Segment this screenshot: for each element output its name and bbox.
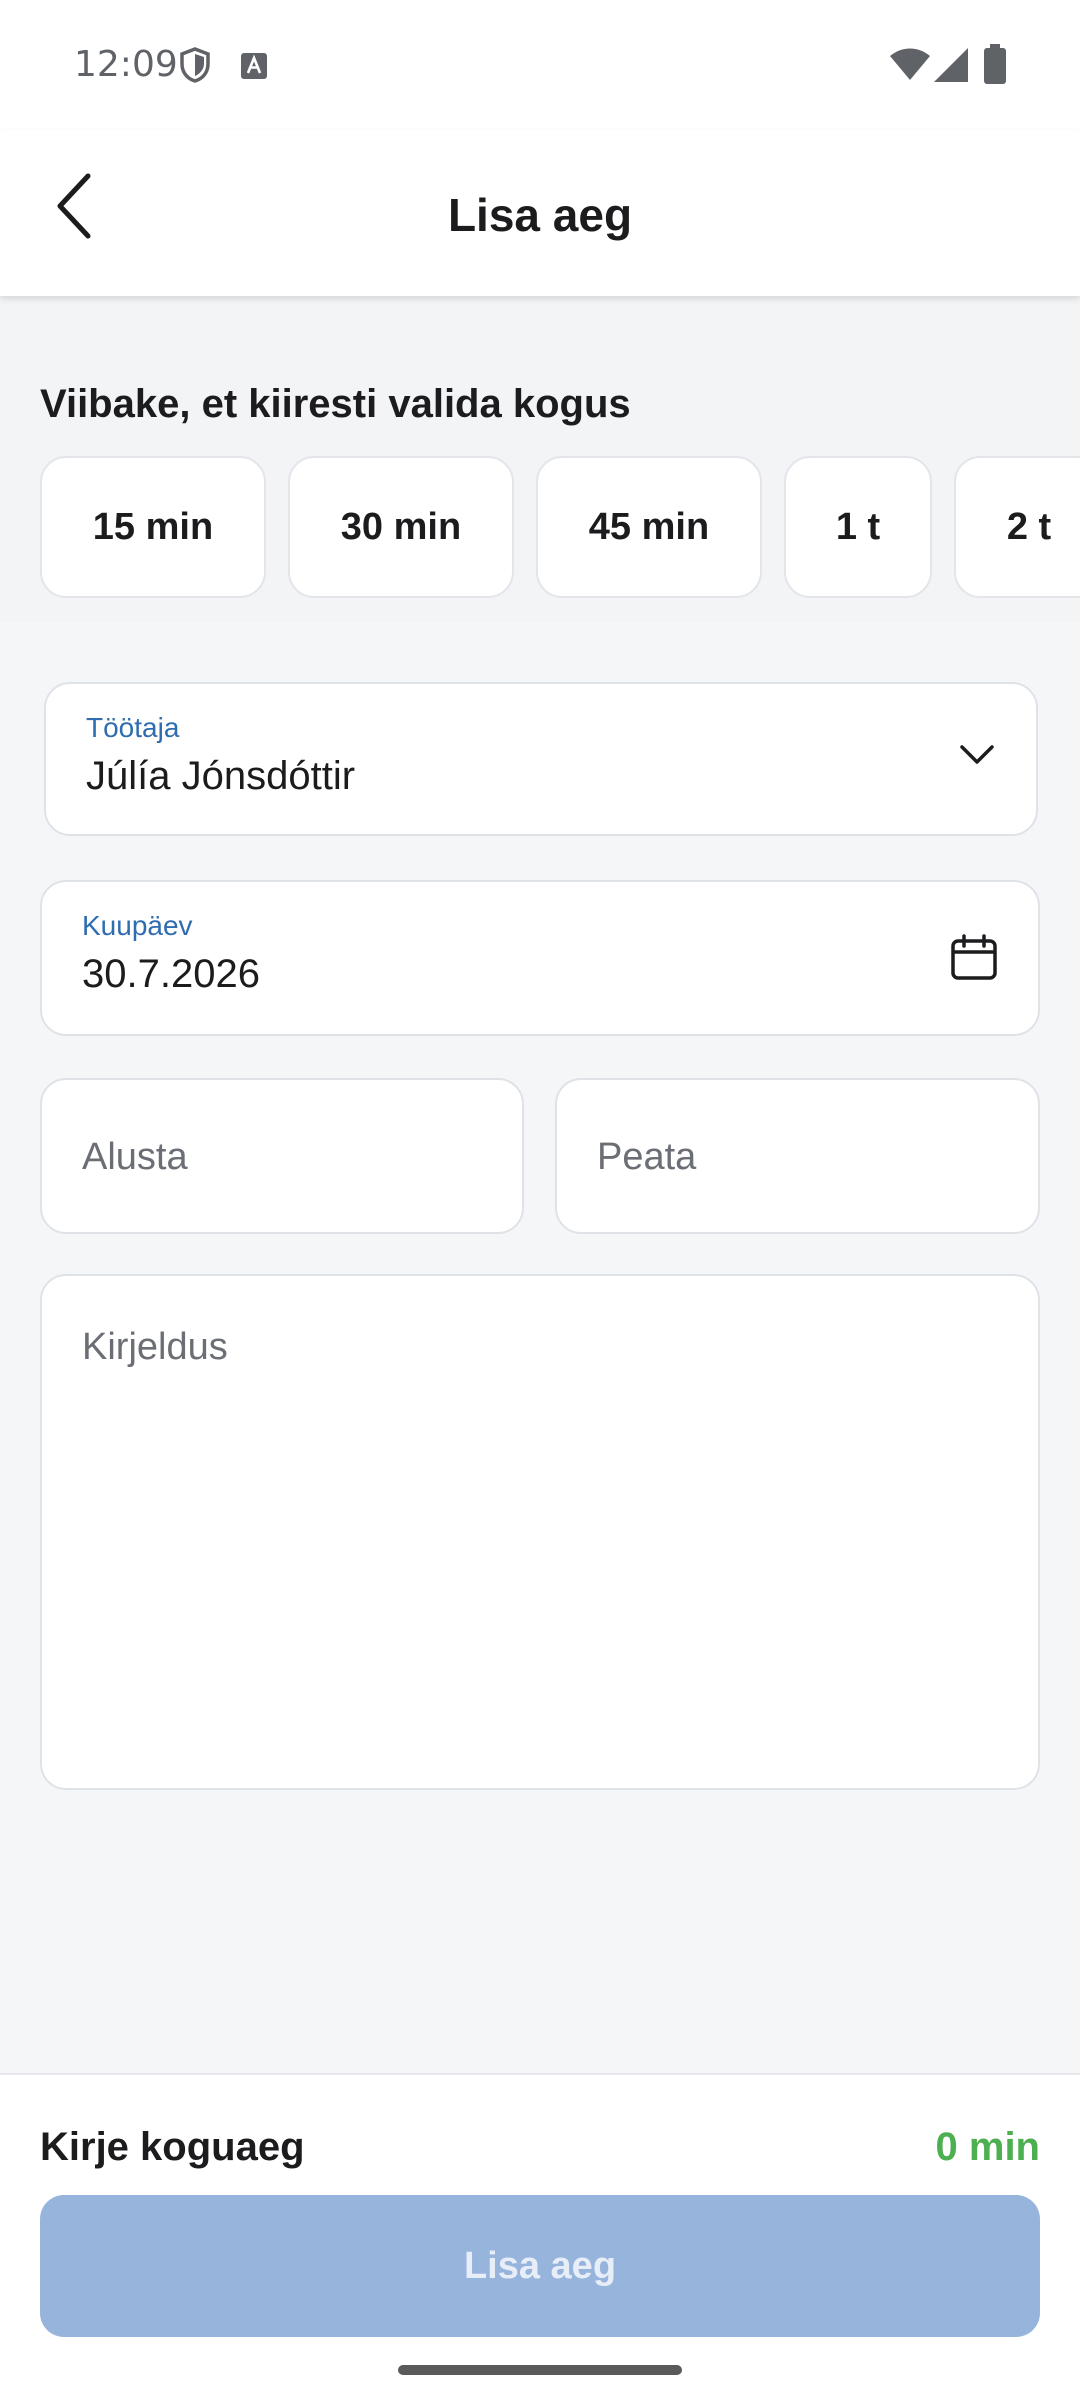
add-time-button[interactable]: Lisa aeg [40, 2195, 1040, 2337]
employee-select[interactable]: Töötaja Júlía Jónsdóttir [44, 682, 1038, 836]
chip-1-t[interactable]: 1 t [784, 456, 932, 598]
description-field[interactable]: Kirjeldus [40, 1274, 1040, 1790]
home-indicator[interactable] [398, 2365, 682, 2375]
form-area: Töötaja Júlía Jónsdóttir Kuupäev 30.7.20… [0, 638, 1080, 2073]
description-placeholder: Kirjeldus [82, 1326, 228, 1368]
battery-icon [984, 44, 1006, 89]
employee-value: Júlía Jónsdóttir [86, 754, 356, 798]
start-placeholder: Alusta [82, 1136, 188, 1178]
quick-select-label: Viibake, et kiiresti valida kogus [40, 382, 631, 426]
employee-label: Töötaja [86, 712, 180, 743]
chip-2-t[interactable]: 2 t [954, 456, 1080, 598]
start-time-field[interactable]: Alusta [40, 1078, 524, 1234]
shield-icon [178, 46, 212, 89]
total-time-label: Kirje koguaeg [40, 2125, 305, 2169]
footer: Kirje koguaeg 0 min Lisa aeg [0, 2073, 1080, 2400]
page-title: Lisa aeg [447, 189, 633, 241]
stop-placeholder: Peata [597, 1136, 697, 1178]
chip-45-min[interactable]: 45 min [536, 456, 762, 598]
wifi-icon [890, 48, 930, 85]
quick-select-section: Viibake, et kiiresti valida kogus 15 min… [0, 296, 1080, 622]
date-label: Kuupäev [82, 910, 193, 941]
status-bar: 12:09 [0, 0, 1080, 130]
chevron-down-icon [958, 742, 996, 773]
date-field[interactable]: Kuupäev 30.7.2026 [40, 880, 1040, 1036]
font-a-icon [240, 52, 268, 85]
quick-chips: 15 min 30 min 45 min 1 t 2 t [40, 456, 1080, 598]
app-bar: Lisa aeg [0, 130, 1080, 296]
calendar-icon [950, 934, 998, 987]
signal-icon [934, 48, 968, 87]
stop-time-field[interactable]: Peata [555, 1078, 1040, 1234]
chip-15-min[interactable]: 15 min [40, 456, 266, 598]
status-time: 12:09 [74, 44, 178, 85]
date-value: 30.7.2026 [82, 952, 260, 996]
total-time-value: 0 min [935, 2125, 1040, 2169]
chip-30-min[interactable]: 30 min [288, 456, 514, 598]
